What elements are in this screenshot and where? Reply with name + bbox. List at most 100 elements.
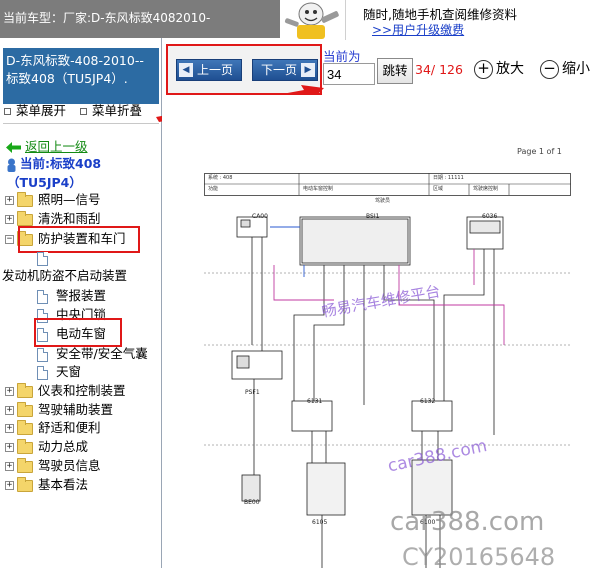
page-of-text: Page 1 of 1 [517,147,562,156]
tree-item-driver-info[interactable]: + 驾驶员信息 [5,457,101,475]
page-count: 34/ 126 [415,62,463,77]
expand-plus-icon[interactable]: + [5,443,14,452]
document-icon [37,365,48,380]
current-model-label: 当前:标致408 [6,153,101,172]
component-6105: 6105 [312,519,328,526]
tree-item-instruments-label: 仪表和控制装置 [38,383,126,398]
watermark-url-gray: car388.com [390,507,545,537]
folder-icon [17,438,33,454]
folder-icon [17,457,33,473]
upgrade-payment-link[interactable]: >>用户升级缴费 [372,21,464,38]
component-6131: 6131 [307,398,323,405]
jump-button[interactable]: 跳转 [377,58,413,84]
header-system: 系统 : 408 [208,175,233,181]
header-function: 功能 [208,186,219,192]
expand-plus-icon[interactable]: + [5,481,14,490]
folder-icon [17,191,33,207]
document-icon [37,251,48,266]
collapse-menu-button[interactable]: 菜单折叠 [80,100,142,119]
zoom-out-label: 缩小 [562,61,590,77]
document-icon [37,347,48,362]
tree-item-driver-assist-label: 驾驶辅助装置 [38,402,114,417]
expand-menu-label: 菜单展开 [16,103,67,118]
expand-menu-button[interactable]: 菜单展开 [4,100,66,119]
expand-plus-icon[interactable]: + [5,215,14,224]
next-page-label: 下一页 [261,63,298,77]
tree-item-antitheft-label: 发动机防盗不启动装置 [2,268,128,283]
tree-item-basics-label: 基本看法 [38,477,89,492]
component-be00: BE00 [244,499,260,506]
tree-item-powertrain[interactable]: + 动力总成 [5,438,88,456]
prev-page-button[interactable]: ◀ 上一页 [176,59,242,81]
current-model-suffix: （TU5JP4） [7,175,82,190]
watermark-code: CY20165648 [402,543,556,571]
header-area: 区域 [433,186,444,192]
tree-item-alarm-label: 警报装置 [56,288,107,303]
document-viewer: Page 1 of 1 系统 : 408 日期 : 11111 功能 电动车窗控… [162,95,590,571]
model-title-line2: 标致408（TU5JP4）. [6,71,128,86]
collapse-minus-icon[interactable]: − [5,235,14,244]
expand-plus-icon[interactable]: + [5,196,14,205]
zoom-in-icon: + [474,59,493,79]
left-arrow-icon: ◀ [179,63,193,77]
folder-icon [17,419,33,435]
menu-toggle-bar: 菜单展开 菜单折叠 [4,100,152,119]
document-icon [37,289,48,304]
top-header-bar: 当前车型：厂家:D-东风标致4082010- [0,0,280,38]
zoom-out-icon: − [540,59,559,79]
car-model-icon [7,158,16,172]
tree-item-wash-label: 清洗和雨刮 [38,211,101,226]
tree-item-comfort[interactable]: + 舒适和便利 [5,419,101,437]
divider [3,123,159,124]
tree-item-safety-belt-label: 安全带/安全气囊 [56,346,148,361]
zoom-out-button[interactable]: − 缩小 [540,58,590,79]
tree-item-sunroof-label: 天窗 [56,364,82,379]
header-date: 日期 : 11111 [433,175,464,181]
header-function-value: 电动车窗控制 [303,186,334,192]
tree-item-comfort-label: 舒适和便利 [38,420,101,435]
component-ca00: CA00 [252,213,268,220]
folder-icon [17,210,33,226]
tree-item-instruments[interactable]: + 仪表和控制装置 [5,382,126,400]
tree-item-driver-assist[interactable]: + 驾驶辅助装置 [5,401,113,419]
promo-banner: 随时,随地手机查阅维修资料 >>用户升级缴费 [345,0,590,40]
expand-square-icon [4,108,11,115]
right-arrow-icon: ▶ [301,63,315,77]
tree-item-basics[interactable]: + 基本看法 [5,476,88,494]
component-psf1: PSF1 [245,389,260,396]
header-area-value: 驾驶席控制 [473,186,499,192]
tree-item-lighting-label: 照明—信号 [38,192,101,207]
mascot-logo-icon [281,0,343,40]
tree-item-safety-belt[interactable]: 安全带/安全气囊 [37,345,148,363]
component-6132: 6132 [420,398,436,405]
folder-icon [17,476,33,492]
tree-item-powertrain-label: 动力总成 [38,439,89,454]
component-bsi1: BSI1 [366,213,380,220]
zoom-in-button[interactable]: + 放大 [474,58,524,79]
prev-page-label: 上一页 [197,63,234,77]
header-caption: 驾驶员 [375,198,391,204]
current-model-text: 当前:标致408 [20,156,102,171]
highlight-box-power-window [34,318,122,347]
page-number-input[interactable] [323,63,375,85]
model-title-line1: D-东风标致-408-2010-- [6,53,144,68]
collapse-menu-label: 菜单折叠 [92,103,143,118]
back-arrow-icon [6,142,21,153]
expand-plus-icon[interactable]: + [5,406,14,415]
folder-icon [17,382,33,398]
expand-plus-icon[interactable]: + [5,462,14,471]
expand-plus-icon[interactable]: + [5,387,14,396]
component-6036: 6036 [482,213,498,220]
tree-item-blank-doc[interactable] [37,249,56,267]
current-model-breadcrumb: 当前车型：厂家:D-东风标致4082010- [3,11,211,25]
model-title-box: D-东风标致-408-2010-- 标致408（TU5JP4）. [3,48,159,104]
tree-item-antitheft[interactable]: 发动机防盗不启动装置 [2,267,127,285]
tree-item-sunroof[interactable]: 天窗 [37,363,81,381]
tree-item-driver-info-label: 驾驶员信息 [38,458,101,473]
zoom-in-label: 放大 [496,61,524,77]
tree-item-lighting[interactable]: + 照明—信号 [5,191,101,209]
expand-plus-icon[interactable]: + [5,424,14,433]
next-page-button[interactable]: 下一页 ▶ [252,59,318,81]
collapse-square-icon [80,108,87,115]
tree-item-alarm[interactable]: 警报装置 [37,287,106,305]
